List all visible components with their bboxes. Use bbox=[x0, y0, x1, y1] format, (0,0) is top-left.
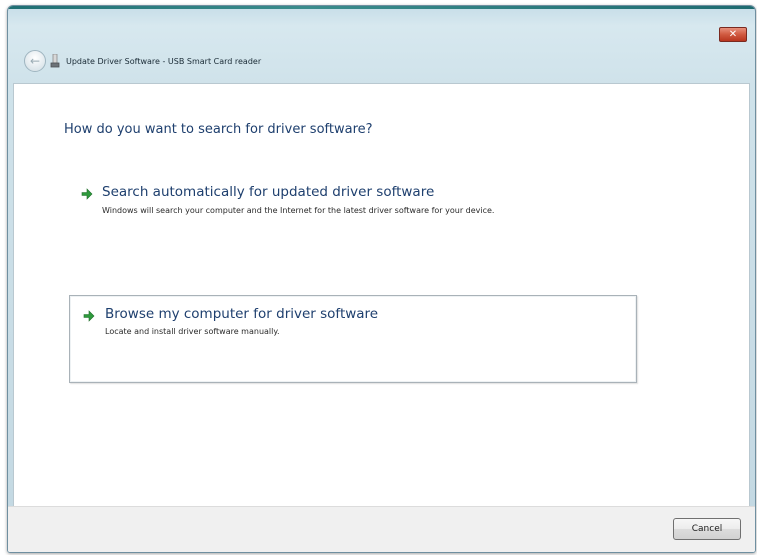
device-icon bbox=[50, 54, 60, 68]
back-button[interactable]: ← bbox=[24, 50, 46, 72]
green-arrow-icon bbox=[83, 310, 95, 322]
option-title: Search automatically for updated driver … bbox=[102, 184, 435, 200]
close-button[interactable]: ✕ bbox=[719, 27, 747, 42]
dialog-footer: Cancel bbox=[8, 506, 755, 552]
window-title: Update Driver Software - USB Smart Card … bbox=[66, 57, 262, 66]
back-arrow-icon: ← bbox=[29, 54, 41, 68]
search-automatically-option[interactable]: Search automatically for updated driver … bbox=[76, 183, 636, 251]
cancel-button[interactable]: Cancel bbox=[673, 518, 741, 540]
option-description: Windows will search your computer and th… bbox=[102, 206, 495, 215]
green-arrow-icon bbox=[81, 188, 93, 200]
dialog-window: ✕ ← Update Driver Software - USB Smart C… bbox=[7, 5, 756, 553]
close-icon: ✕ bbox=[728, 28, 738, 40]
content-area: How do you want to search for driver sof… bbox=[13, 83, 750, 507]
option-title: Browse my computer for driver software bbox=[105, 306, 379, 322]
option-description: Locate and install driver software manua… bbox=[105, 327, 280, 336]
title-bar-highlight bbox=[8, 6, 755, 9]
browse-computer-option[interactable]: Browse my computer for driver software L… bbox=[69, 295, 637, 383]
page-heading: How do you want to search for driver sof… bbox=[64, 122, 373, 137]
